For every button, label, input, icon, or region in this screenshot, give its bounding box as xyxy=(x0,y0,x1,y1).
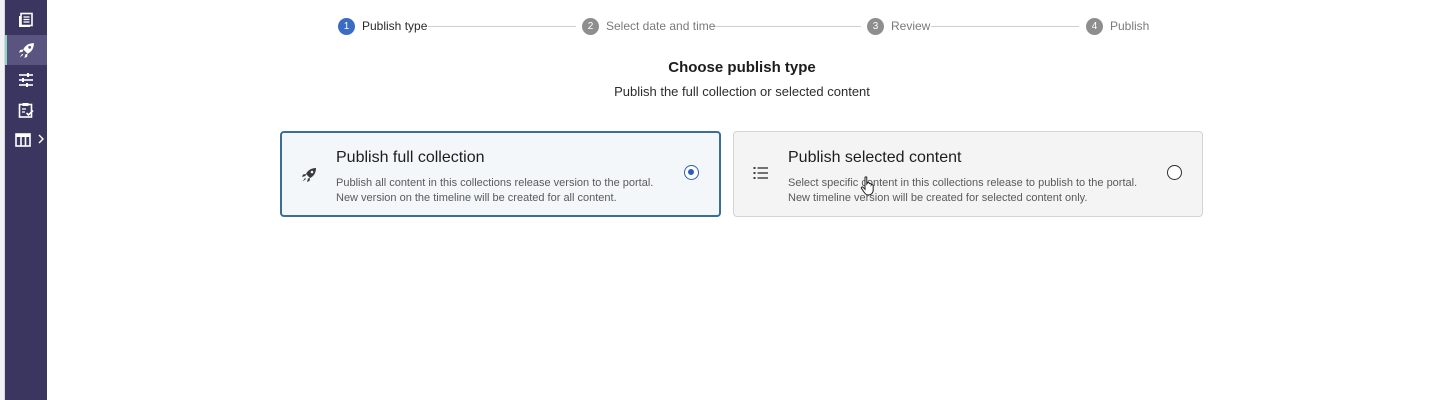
hand-pointer-icon xyxy=(860,176,874,196)
step-number: 1 xyxy=(338,17,355,35)
step-connector xyxy=(428,26,576,27)
chevron-right-icon[interactable] xyxy=(38,134,44,144)
option-description-line: Select specific content in this collecti… xyxy=(788,177,1138,189)
step-number: 4 xyxy=(1086,17,1103,35)
rocket-icon xyxy=(18,42,34,58)
table-layout-icon xyxy=(15,133,31,147)
step-number: 3 xyxy=(867,17,884,35)
page-title: Choose publish type xyxy=(668,59,816,76)
page-subtitle: Publish the full collection or selected … xyxy=(614,84,870,99)
step-label: Publish xyxy=(1110,19,1150,33)
step-number: 2 xyxy=(582,17,599,35)
option-selected-content[interactable]: Publish selected content Select specific… xyxy=(733,131,1203,217)
step-label: Publish type xyxy=(362,19,428,33)
clipboard-check-icon xyxy=(18,103,34,118)
step-connector xyxy=(931,26,1079,27)
option-title: Publish selected content xyxy=(788,149,962,166)
step-label: Review xyxy=(891,19,931,33)
option-description-line: Publish all content in this collections … xyxy=(336,177,654,189)
stepper: 1 Publish type 2 Select date and time 3 … xyxy=(0,16,1440,36)
list-icon xyxy=(753,167,768,179)
step-review[interactable]: 3 Review xyxy=(867,17,930,35)
option-description: Select specific content in this collecti… xyxy=(788,176,1137,206)
sidebar-item-layout[interactable] xyxy=(5,125,47,155)
step-select-date-time[interactable]: 2 Select date and time xyxy=(582,17,715,35)
step-label: Select date and time xyxy=(606,19,716,33)
step-publish[interactable]: 4 Publish xyxy=(1086,17,1149,35)
radio-full-collection[interactable] xyxy=(684,165,699,180)
radio-selected-content[interactable] xyxy=(1167,165,1182,180)
option-full-collection[interactable]: Publish full collection Publish all cont… xyxy=(280,131,721,217)
step-publish-type[interactable]: 1 Publish type xyxy=(338,17,427,35)
option-description-line: New version on the timeline will be crea… xyxy=(336,192,617,204)
option-description-line: New timeline version will be created for… xyxy=(788,192,1088,204)
sidebar-item-review[interactable] xyxy=(5,95,47,125)
step-connector xyxy=(713,26,861,27)
option-title: Publish full collection xyxy=(336,149,485,166)
rocket-icon xyxy=(302,168,316,182)
option-description: Publish all content in this collections … xyxy=(336,176,653,206)
